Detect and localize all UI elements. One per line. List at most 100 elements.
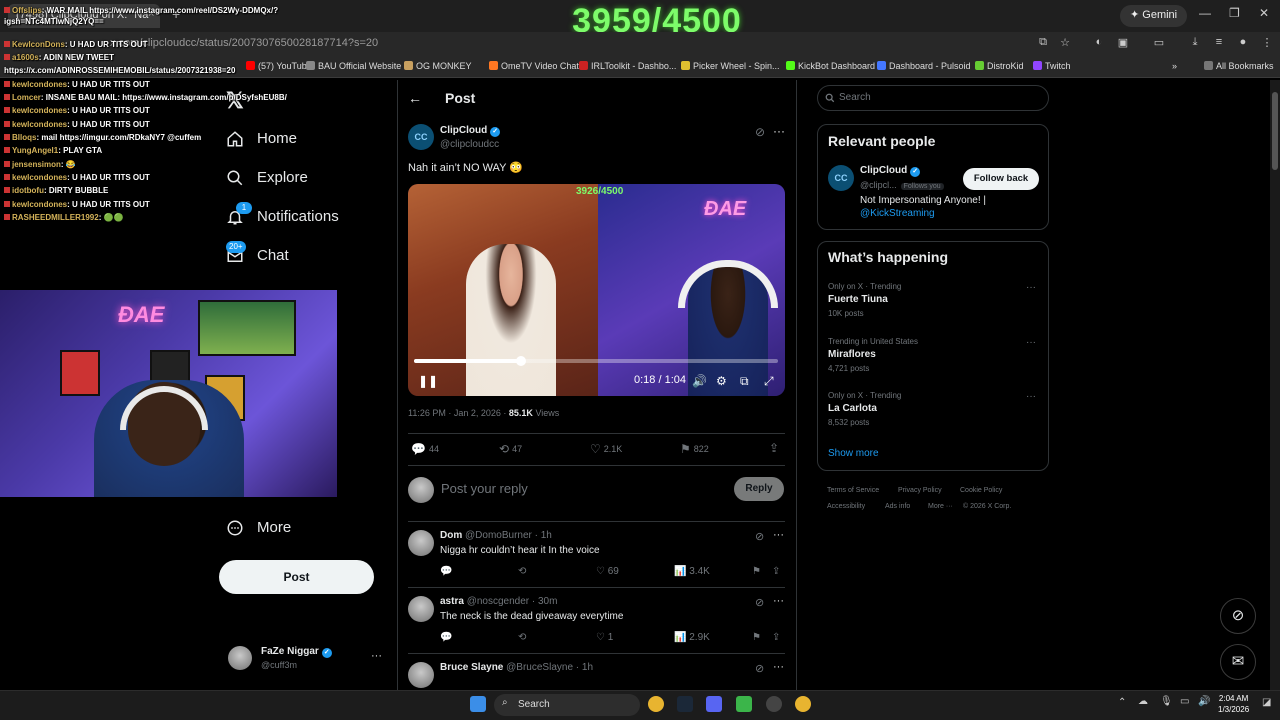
taskbar-search[interactable]: Search [494, 694, 640, 716]
bookmark-item[interactable]: KickBot Dashboard [786, 61, 875, 71]
reply-action[interactable]: 💬 44 [411, 442, 439, 456]
grok-icon[interactable]: ⊘ [755, 530, 764, 543]
footer-link[interactable]: Privacy Policy [898, 487, 942, 494]
menu-icon[interactable]: ⋮ [1260, 36, 1274, 50]
discord-icon[interactable] [706, 696, 722, 712]
video-scrubber[interactable] [516, 356, 526, 366]
obs-icon[interactable] [766, 696, 782, 712]
all-bookmarks[interactable]: All Bookmarks [1204, 61, 1274, 71]
relevant-name[interactable]: ClipCloud ✓ [860, 165, 921, 177]
speaker-icon[interactable]: 🔊 [1198, 696, 1210, 707]
star-icon[interactable]: ☆ [1058, 36, 1072, 50]
reply-icon[interactable]: 💬 [440, 566, 452, 577]
trend-more-icon[interactable]: ··· [1026, 282, 1036, 293]
share-icon[interactable]: ⇪ [772, 632, 780, 643]
footer-link[interactable]: Terms of Service [827, 487, 879, 494]
minimize-icon[interactable]: — [1199, 6, 1211, 20]
bookmark-icon[interactable]: ⚑ [752, 632, 761, 643]
url-text[interactable]: x.com/clipcloudcc/status/200730765002818… [110, 37, 378, 49]
network-icon[interactable]: ▭ [1180, 696, 1189, 707]
share-icon[interactable]: ⇪ [772, 566, 780, 577]
trend-more-icon[interactable]: ··· [1026, 337, 1036, 348]
bookmark-item[interactable]: OmeTV Video Chat... [489, 61, 586, 71]
author-name[interactable]: ClipCloud ✓ [440, 125, 501, 137]
mic-icon[interactable]: 🎙 [1160, 696, 1173, 707]
grok-icon[interactable]: ⊘ [755, 596, 764, 609]
pause-icon[interactable]: ❚❚ [418, 374, 438, 388]
bookmark-icon[interactable]: ⚑ [752, 566, 761, 577]
bookmark-item[interactable]: IRLToolkit - Dashbo... [579, 61, 676, 71]
account-more-icon[interactable]: ··· [371, 650, 382, 662]
volume-icon[interactable]: 🔊 [692, 374, 707, 388]
avatar[interactable] [408, 596, 434, 622]
gemini-button[interactable]: ✦ Gemini [1120, 5, 1188, 27]
video-progress-bar[interactable] [414, 359, 778, 363]
trend-more-icon[interactable]: ··· [1026, 391, 1036, 402]
author-avatar[interactable]: CC [408, 124, 434, 150]
like-action[interactable]: ♡ 2.1K [590, 442, 622, 456]
notification-icon[interactable]: ◪ [1262, 697, 1271, 708]
reply-icon[interactable]: 💬 [440, 632, 452, 643]
relevant-avatar[interactable]: CC [828, 165, 854, 191]
taskbar-clock[interactable]: 2:04 AM 1/3/2026 [1218, 693, 1249, 715]
back-arrow-icon[interactable]: ← [408, 90, 422, 106]
bookmark-item[interactable]: Twitch [1033, 61, 1071, 71]
comment-more-icon[interactable]: ··· [773, 529, 784, 541]
windows-start-icon[interactable] [470, 696, 486, 712]
comment-author[interactable]: Dom @DomoBurner · 1h [440, 530, 552, 541]
settings-icon[interactable]: ⚙ [716, 374, 727, 388]
share-icon[interactable]: ⇪ [769, 441, 782, 455]
views-action[interactable]: 📊 2.9K [674, 632, 710, 643]
repost-icon[interactable]: ⟲ [518, 566, 526, 577]
comment-author[interactable]: astra @noscgender · 30m [440, 596, 557, 607]
footer-link[interactable]: Ads info [885, 503, 910, 510]
footer-link[interactable]: Cookie Policy [960, 487, 1002, 494]
comment-author[interactable]: Bruce Slayne @BruceSlayne · 1h [440, 662, 593, 673]
profile-icon[interactable]: ● [1236, 36, 1250, 50]
cloud-icon[interactable]: ☁ [1138, 696, 1148, 707]
footer-link[interactable]: More ··· [928, 503, 953, 510]
scrollbar[interactable] [1270, 80, 1280, 690]
reply-input[interactable]: Post your reply [441, 481, 528, 496]
chrome-icon[interactable] [795, 696, 811, 712]
maximize-icon[interactable]: ❐ [1229, 6, 1240, 20]
avatar[interactable] [408, 662, 434, 688]
grok-icon[interactable]: ⊘ [755, 662, 764, 675]
bookmark-action[interactable]: ⚑ 822 [680, 442, 709, 456]
media-icon[interactable]: ≡ [1212, 36, 1226, 50]
messages-icon[interactable]: ✉ [1220, 644, 1256, 680]
scrollbar-thumb[interactable] [1272, 92, 1278, 170]
repost-icon[interactable]: ⟲ [518, 632, 526, 643]
comment-more-icon[interactable]: ··· [773, 595, 784, 607]
reply-button[interactable]: Reply [734, 477, 784, 501]
close-window-icon[interactable]: ✕ [1259, 6, 1269, 20]
fullscreen-icon[interactable]: ⤢ [764, 374, 774, 389]
bookmark-item[interactable]: OG MONKEY [404, 61, 472, 71]
comment-more-icon[interactable]: ··· [773, 661, 784, 673]
extension-icon[interactable]: ◐ [1092, 36, 1106, 50]
avatar[interactable] [408, 530, 434, 556]
author-handle[interactable]: @clipcloudcc [440, 139, 499, 150]
account-switcher[interactable]: FaZe Niggar ✓ @cuff3m ··· [226, 642, 386, 676]
install-icon[interactable]: ⧉ [1036, 36, 1050, 50]
grok-icon[interactable]: ⊘ [1220, 598, 1256, 634]
footer-link[interactable]: Accessibility [827, 503, 865, 510]
post-more-icon[interactable]: ··· [773, 124, 785, 138]
bookmark-item[interactable]: Picker Wheel - Spin... [681, 61, 780, 71]
post-button[interactable]: Post [219, 560, 374, 594]
views-action[interactable]: 📊 3.4K [674, 566, 710, 577]
sidepanel-icon[interactable]: ▭ [1152, 36, 1166, 50]
pip-icon[interactable]: ⧉ [740, 374, 749, 389]
repost-action[interactable]: ⟲ 47 [499, 442, 522, 456]
follow-back-button[interactable]: Follow back [963, 168, 1039, 190]
steam-icon[interactable] [677, 696, 693, 712]
app-icon[interactable] [736, 696, 752, 712]
bookmark-item[interactable]: Dashboard - Pulsoid [877, 61, 971, 71]
bookmark-item[interactable]: BAU Official Website [306, 61, 401, 71]
relevant-link[interactable]: @KickStreaming [860, 208, 935, 219]
show-more-link[interactable]: Show more [828, 448, 879, 459]
tray-chevron-icon[interactable]: ⌃ [1118, 697, 1126, 708]
download-icon[interactable]: ⤓ [1188, 36, 1202, 50]
like-action[interactable]: ♡ 1 [596, 632, 613, 643]
bookmark-item[interactable]: (57) YouTube [246, 61, 312, 71]
